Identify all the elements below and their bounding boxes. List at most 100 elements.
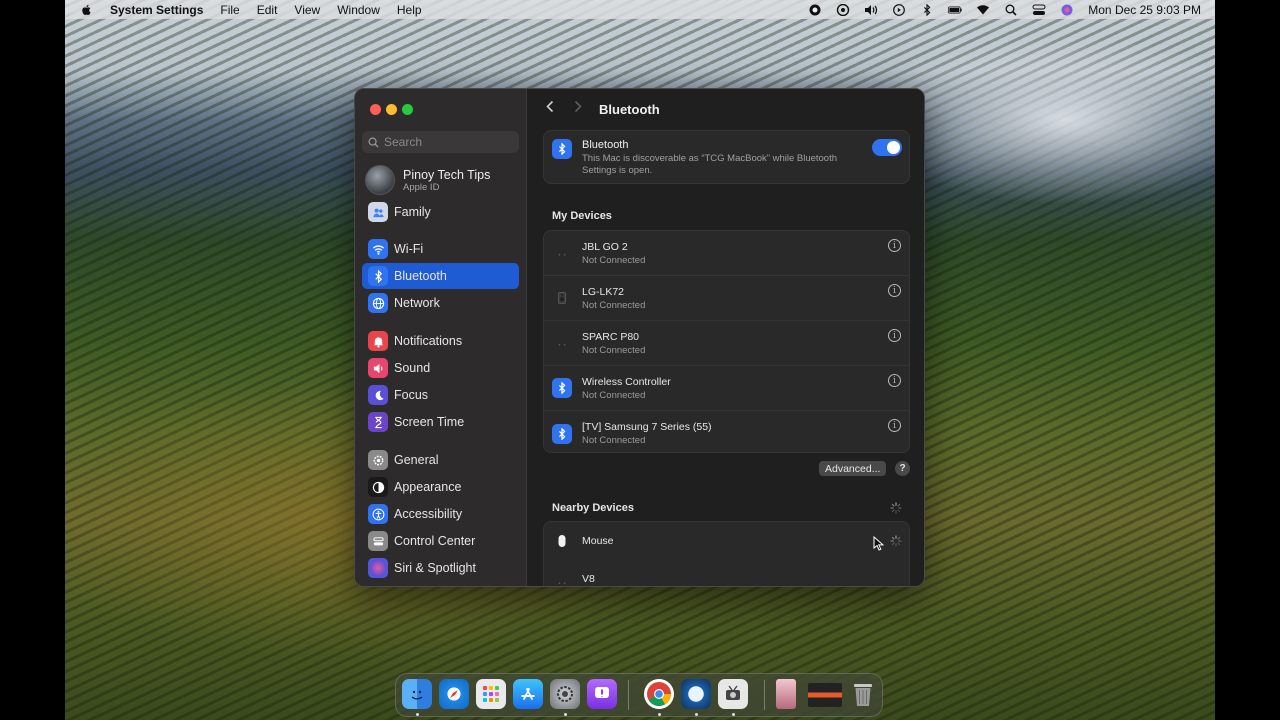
sidebar-item-focus[interactable]: Focus (362, 382, 519, 408)
speaker-device-icon (552, 333, 572, 353)
sidebar-item-accessibility[interactable]: Accessibility (362, 501, 519, 527)
sidebar-item-label: Focus (394, 388, 429, 402)
device-name: LG-LK72 (582, 285, 625, 298)
device-name: Mouse (582, 535, 614, 547)
info-icon[interactable]: i (888, 284, 901, 297)
cast-icon[interactable] (836, 3, 850, 16)
back-button[interactable] (543, 100, 557, 118)
sidebar-item-label: Family (394, 205, 431, 219)
system-settings-icon[interactable] (550, 679, 580, 709)
moon-icon (368, 385, 388, 405)
device-row[interactable]: Mouse (544, 522, 909, 560)
forward-button[interactable] (571, 100, 585, 118)
volume-icon[interactable] (864, 4, 878, 16)
sidebar-item-label: Accessibility (394, 507, 463, 521)
sidebar-item-network[interactable]: Network (362, 290, 519, 316)
device-name: Wireless Controller (582, 375, 671, 388)
content-header: Bluetooth (527, 89, 924, 129)
info-icon[interactable]: i (888, 374, 901, 387)
finder-icon[interactable] (402, 679, 432, 709)
bluetooth-description: This Mac is discoverable as “TCG MacBook… (582, 153, 838, 176)
search-icon (368, 137, 379, 148)
siri-icon (368, 558, 388, 578)
sidebar-item-siri-spotlight[interactable]: Siri & Spotlight (362, 555, 519, 581)
account-subtitle: Apple ID (403, 181, 440, 193)
advanced-button[interactable]: Advanced... (819, 461, 887, 476)
device-row[interactable]: [TV] Samsung 7 Series (55) Not Connected … (544, 411, 909, 456)
wifi-icon (368, 239, 388, 259)
menu-file[interactable]: File (220, 3, 239, 17)
trash-icon[interactable] (848, 679, 878, 709)
spotlight-icon[interactable] (1004, 4, 1018, 16)
sidebar-item-general[interactable]: General (362, 447, 519, 473)
menu-help[interactable]: Help (397, 3, 422, 17)
bluetooth-status-icon[interactable] (920, 3, 934, 16)
my-devices-heading: My Devices (552, 210, 612, 222)
account-name: Pinoy Tech Tips (403, 167, 491, 182)
zoom-window-button[interactable] (402, 104, 413, 115)
launchpad-icon[interactable] (476, 679, 506, 709)
device-row[interactable]: JBL GO 2 Not Connected i (544, 231, 909, 276)
sidebar-item-appearance[interactable]: Appearance (362, 474, 519, 500)
info-icon[interactable]: i (888, 419, 901, 432)
photo-thumb-icon[interactable] (776, 679, 796, 709)
feedback-icon[interactable] (587, 679, 617, 709)
menu-window[interactable]: Window (337, 3, 380, 17)
menu-clock[interactable]: Mon Dec 25 9:03 PM (1088, 3, 1201, 17)
sidebar-item-wifi[interactable]: Wi-Fi (362, 236, 519, 262)
device-row[interactable]: SPARC P80 Not Connected i (544, 321, 909, 366)
device-status: Not Connected (582, 344, 646, 356)
my-devices-list: JBL GO 2 Not Connected i LG-LK72 Not Conne… (543, 230, 910, 453)
dock (395, 673, 883, 717)
record-icon[interactable] (808, 4, 822, 16)
screenshot-icon[interactable] (718, 679, 748, 709)
device-status: Not Connected (582, 299, 646, 311)
sidebar-item-label: General (394, 453, 439, 467)
sidebar-item-bluetooth[interactable]: Bluetooth (362, 263, 519, 289)
control-center-status-icon[interactable] (1032, 4, 1046, 16)
loading-spinner-icon (890, 502, 902, 514)
apple-id-account[interactable]: Pinoy Tech Tips Apple ID (365, 165, 520, 195)
sidebar-item-label: Network (394, 296, 440, 310)
search-input[interactable] (384, 135, 514, 149)
help-button[interactable]: ? (895, 461, 910, 476)
menu-bar: System Settings File Edit View Window He… (65, 0, 1215, 19)
quicktime-icon[interactable] (681, 679, 711, 709)
search-field[interactable] (362, 131, 519, 153)
sidebar-item-label: Screen Time (394, 415, 465, 429)
minimize-window-button[interactable] (386, 104, 397, 115)
sidebar-item-label: Bluetooth (394, 269, 447, 283)
safari-icon[interactable] (439, 679, 469, 709)
bluetooth-icon (552, 378, 572, 398)
siri-status-icon[interactable] (1060, 4, 1074, 16)
content-pane: Bluetooth Bluetooth This Mac is discover… (527, 89, 924, 586)
device-row[interactable]: Wireless Controller Not Connected i (544, 366, 909, 411)
sidebar-item-screen-time[interactable]: Screen Time (362, 409, 519, 435)
device-row[interactable]: V8 (544, 560, 909, 586)
speaker-icon (368, 358, 388, 378)
app-store-icon[interactable] (513, 679, 543, 709)
close-window-button[interactable] (370, 104, 381, 115)
now-playing-icon[interactable] (892, 3, 906, 16)
menu-view[interactable]: View (294, 3, 320, 17)
sidebar-item-control-center[interactable]: Control Center (362, 528, 519, 554)
sidebar-item-label: Appearance (394, 480, 462, 494)
apple-menu-icon[interactable] (81, 4, 93, 16)
wifi-status-icon[interactable] (976, 4, 990, 16)
video-thumb-icon[interactable] (808, 683, 842, 707)
battery-icon[interactable] (948, 4, 962, 16)
sidebar-item-label: Notifications (394, 334, 463, 348)
info-icon[interactable]: i (888, 329, 901, 342)
menu-edit[interactable]: Edit (257, 3, 278, 17)
device-status: Not Connected (582, 254, 646, 266)
sidebar-item-family[interactable]: Family (362, 199, 519, 225)
sidebar-item-sound[interactable]: Sound (362, 355, 519, 381)
device-row[interactable]: LG-LK72 Not Connected i (544, 276, 909, 321)
info-icon[interactable]: i (888, 239, 901, 252)
device-name: JBL GO 2 (582, 240, 628, 253)
menu-app-name[interactable]: System Settings (110, 3, 203, 17)
sidebar-item-notifications[interactable]: Notifications (362, 328, 519, 354)
chrome-icon[interactable] (644, 679, 674, 709)
gear-icon (368, 450, 388, 470)
bluetooth-toggle[interactable] (872, 139, 902, 156)
